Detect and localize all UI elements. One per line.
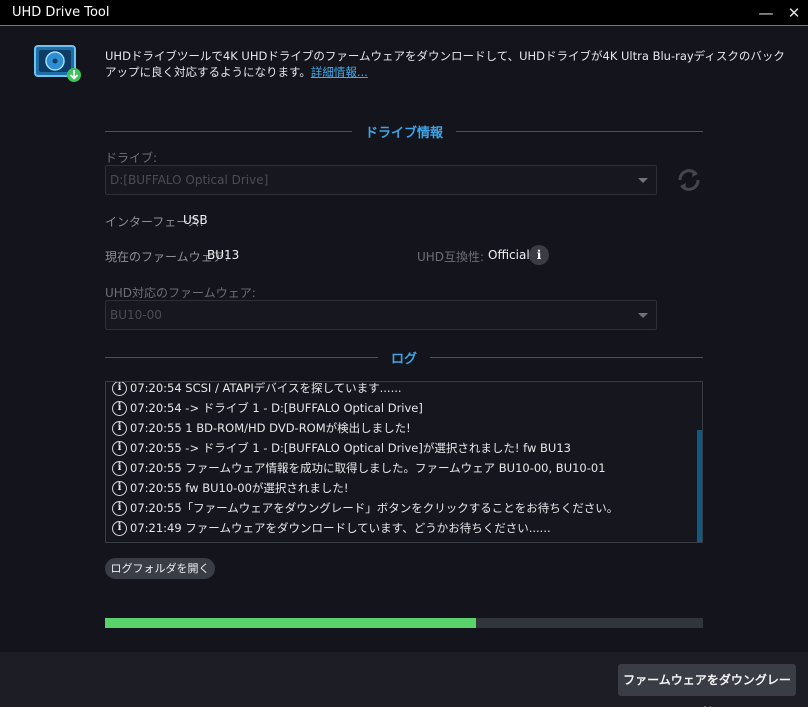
info-icon: i bbox=[112, 500, 127, 516]
title-bar bbox=[0, 0, 808, 26]
log-entry: i 07:20:55 1 BD-ROM/HD DVD-ROMが検出しました! bbox=[112, 418, 411, 438]
info-icon: i bbox=[112, 440, 127, 456]
info-icon: i bbox=[112, 460, 127, 476]
log-list[interactable]: i 07:20:54 SCSI / ATAPIデバイスを探しています...... … bbox=[105, 381, 703, 543]
uhd-firmware-select[interactable]: BU10-00 bbox=[105, 300, 657, 330]
log-entry: i 07:20:55 fw BU10-00が選択されました! bbox=[112, 478, 349, 498]
drive-select[interactable]: D:[BUFFALO Optical Drive] bbox=[105, 165, 657, 195]
drive-select-value: D:[BUFFALO Optical Drive] bbox=[110, 173, 269, 187]
drive-label: ドライブ: bbox=[105, 151, 158, 165]
minimize-button[interactable]: — bbox=[752, 1, 780, 25]
log-entry: i 07:20:54 SCSI / ATAPIデバイスを探しています...... bbox=[112, 382, 402, 398]
current-firmware-value: BU13 bbox=[207, 248, 240, 262]
downgrade-firmware-button[interactable]: ファームウェアをダウングレード bbox=[618, 664, 796, 707]
log-section-title: ログ bbox=[378, 348, 430, 367]
log-entry: i 07:21:49 ファームウェアをダウンロードしています、どうかお待ちください… bbox=[112, 518, 551, 538]
details-link[interactable]: 詳細情報... bbox=[311, 65, 368, 79]
app-description: UHDドライブツールで4K UHDドライブのファームウェアをダウンロードして、U… bbox=[105, 48, 785, 80]
log-entry: i 07:20:55 -> ドライブ 1 - D:[BUFFALO Optical… bbox=[112, 438, 571, 458]
chevron-down-icon bbox=[638, 313, 648, 318]
refresh-icon[interactable] bbox=[674, 166, 704, 194]
drive-section-title: ドライブ情報 bbox=[352, 122, 456, 141]
info-icon: i bbox=[112, 520, 127, 536]
log-entry: i 07:20:54 -> ドライブ 1 - D:[BUFFALO Optical… bbox=[112, 398, 423, 418]
info-icon: i bbox=[112, 400, 127, 416]
uhd-compat-label: UHD互換性: bbox=[417, 250, 485, 264]
progress-bar bbox=[105, 618, 703, 628]
progress-bar-fill bbox=[105, 618, 476, 628]
close-button[interactable]: ✕ bbox=[780, 1, 808, 25]
info-icon: i bbox=[112, 382, 127, 396]
uhd-firmware-label: UHD対応のファームウェア: bbox=[105, 286, 256, 300]
info-icon: i bbox=[112, 480, 127, 496]
chevron-down-icon bbox=[638, 178, 648, 183]
uhd-drive-app-icon bbox=[34, 45, 81, 82]
info-icon: i bbox=[112, 420, 127, 436]
description-text: UHDドライブツールで4K UHDドライブのファームウェアをダウンロードして、U… bbox=[105, 49, 785, 79]
log-scrollbar[interactable] bbox=[697, 430, 702, 542]
info-icon[interactable]: i bbox=[529, 245, 549, 265]
uhd-compat-value: Official bbox=[488, 248, 530, 262]
open-log-folder-button[interactable]: ログフォルダを開く bbox=[105, 558, 215, 579]
uhd-firmware-select-value: BU10-00 bbox=[110, 308, 162, 322]
log-entry: i 07:20:55「ファームウェアをダウングレード」ボタンをクリックすることをお… bbox=[112, 498, 618, 518]
interface-value: USB bbox=[183, 213, 208, 227]
log-entry: i 07:20:55 ファームウェア情報を成功に取得しました。ファームウェア BU… bbox=[112, 458, 606, 478]
window-title: UHD Drive Tool bbox=[12, 5, 110, 20]
